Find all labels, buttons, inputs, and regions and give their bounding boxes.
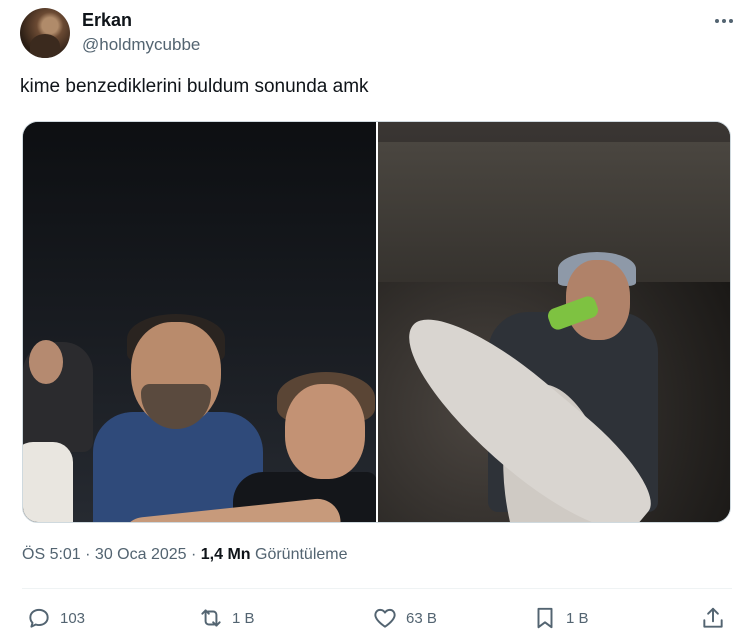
media-photo-left[interactable] — [23, 122, 376, 522]
like-button[interactable]: 63 B — [372, 605, 437, 631]
action-bar: 103 1 B 63 B 1 B — [22, 600, 732, 638]
like-count: 63 B — [406, 609, 437, 627]
tweet-header: Erkan @holdmycubbe — [20, 8, 736, 60]
tweet-media[interactable] — [22, 121, 731, 523]
heart-icon — [374, 608, 396, 628]
tweet-timestamp[interactable]: ÖS 5:01 · 30 Oca 2025 · — [22, 546, 201, 563]
divider — [22, 588, 732, 589]
tweet-text: kime benzediklerini buldum sonunda amk — [20, 76, 369, 97]
author-name[interactable]: Erkan — [82, 10, 132, 31]
share-button[interactable] — [700, 605, 726, 631]
author-handle[interactable]: @holdmycubbe — [82, 35, 200, 55]
reply-icon — [29, 608, 49, 628]
views-label: Görüntüleme — [250, 546, 348, 563]
retweet-icon — [201, 609, 221, 627]
avatar[interactable] — [20, 8, 70, 58]
bookmark-icon — [537, 607, 553, 629]
reply-count: 103 — [60, 609, 86, 627]
reply-button[interactable]: 103 — [26, 605, 85, 631]
retweet-count: 1 B — [232, 609, 255, 627]
views-count: 1,4 Mn — [200, 546, 251, 563]
more-icon[interactable] — [712, 10, 736, 32]
retweet-button[interactable]: 1 B — [198, 605, 255, 631]
media-photo-right[interactable] — [378, 122, 730, 522]
bookmark-button[interactable]: 1 B — [532, 605, 589, 631]
share-icon — [703, 607, 723, 628]
tweet-meta: ÖS 5:01 · 30 Oca 2025 · 1,4 Mn Görüntüle… — [22, 546, 348, 564]
bookmark-count: 1 B — [566, 609, 589, 627]
